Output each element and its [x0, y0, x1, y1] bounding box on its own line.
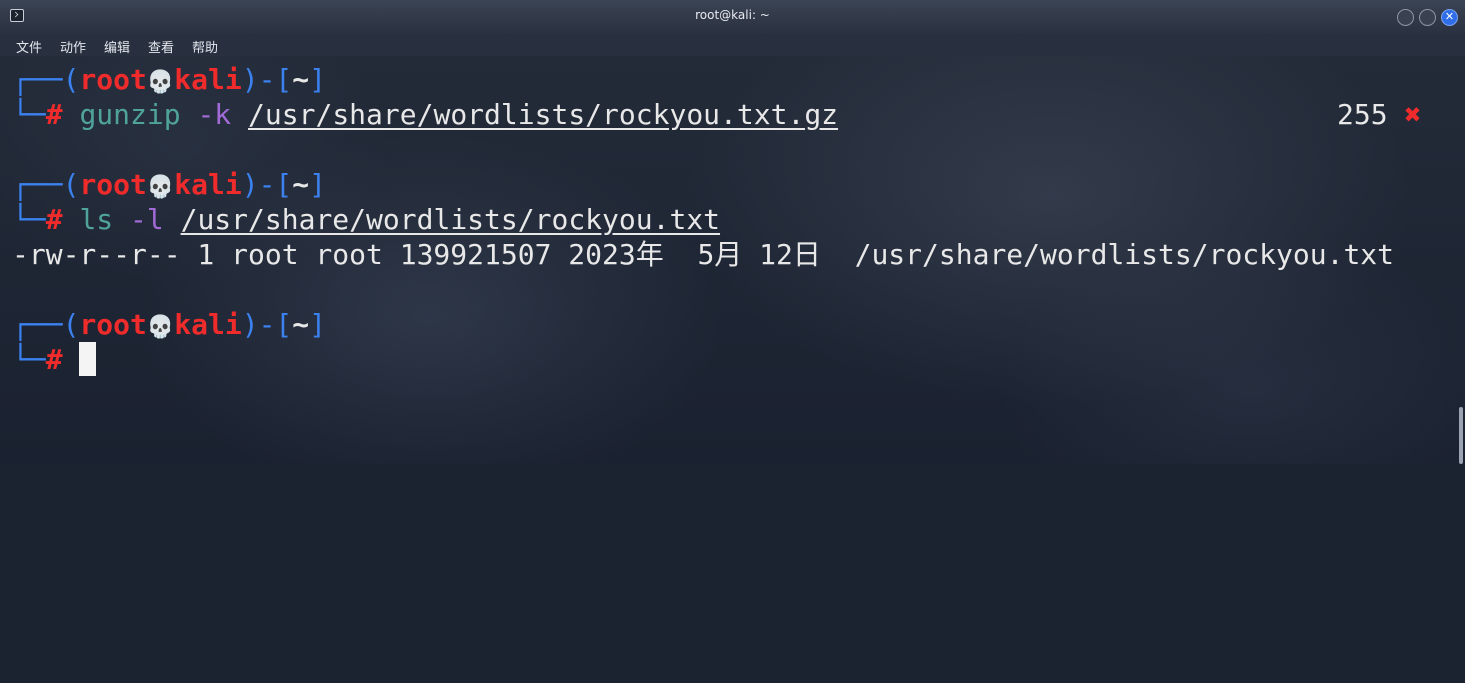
exit-code: 255	[1337, 98, 1388, 131]
menu-bar: 文件 动作 编辑 查看 帮助	[0, 34, 1465, 56]
close-button[interactable]: ✕	[1441, 9, 1458, 26]
prompt-line: ┌──(root💀kali)-[~]	[12, 62, 326, 97]
menu-edit[interactable]: 编辑	[104, 37, 130, 56]
menu-help[interactable]: 帮助	[192, 37, 218, 56]
menu-view[interactable]: 查看	[148, 37, 174, 56]
title-bar[interactable]: root@kali: ~ ✕	[0, 0, 1465, 35]
menu-file[interactable]: 文件	[16, 37, 42, 56]
text-cursor	[79, 342, 96, 376]
skull-icon: 💀	[146, 175, 175, 200]
terminal-window: root@kali: ~ ✕ 文件 动作 编辑 查看 帮助 ┌──(root💀k…	[0, 0, 1465, 464]
prompt-frame-mid: )-[	[241, 168, 293, 201]
prompt-host: kali	[174, 63, 242, 96]
prompt-host: kali	[174, 168, 242, 201]
prompt-frame-open: ┌──(	[12, 308, 80, 341]
skull-icon: 💀	[146, 315, 175, 340]
command-name: ls	[79, 203, 114, 236]
terminal-area[interactable]: ┌──(root💀kali)-[~] └─# gunzip -k /usr/sh…	[0, 56, 1465, 464]
prompt-hash: #	[45, 203, 63, 236]
prompt-user: root	[79, 63, 147, 96]
prompt-host: kali	[174, 308, 242, 341]
prompt-line: ┌──(root💀kali)-[~]	[12, 307, 326, 342]
prompt-frame-close: ]	[309, 168, 327, 201]
menu-actions[interactable]: 动作	[60, 37, 86, 56]
command-path: /usr/share/wordlists/rockyou.txt.gz	[248, 98, 839, 131]
exit-status: 255 ✖	[1337, 97, 1421, 132]
window-title: root@kali: ~	[695, 8, 770, 22]
close-icon: ✕	[1444, 10, 1455, 23]
prompt-user: root	[79, 308, 147, 341]
command-flag: -k	[197, 98, 232, 131]
prompt-user: root	[79, 168, 147, 201]
prompt-frame-close: ]	[309, 308, 327, 341]
prompt-lead: └─	[12, 203, 46, 236]
prompt-dir: ~	[292, 168, 310, 201]
prompt-frame-open: ┌──(	[12, 63, 80, 96]
prompt-dir: ~	[292, 308, 310, 341]
scrollbar[interactable]	[1459, 407, 1463, 464]
prompt-frame-open: ┌──(	[12, 168, 80, 201]
prompt-frame-mid: )-[	[241, 63, 293, 96]
prompt-hash: #	[45, 343, 63, 376]
command-flag: -l	[130, 203, 164, 236]
command-line: └─# ls -l /usr/share/wordlists/rockyou.t…	[12, 202, 720, 237]
command-line: └─#	[12, 342, 63, 377]
prompt-frame-close: ]	[309, 63, 327, 96]
prompt-lead: └─	[12, 98, 46, 131]
prompt-line: ┌──(root💀kali)-[~]	[12, 167, 326, 202]
prompt-hash: #	[45, 98, 63, 131]
minimize-button[interactable]	[1397, 9, 1414, 26]
prompt-frame-mid: )-[	[241, 308, 293, 341]
command-line: └─# gunzip -k /usr/share/wordlists/rocky…	[12, 97, 838, 132]
skull-icon: 💀	[146, 70, 175, 95]
command-name: gunzip	[79, 98, 181, 131]
command-path: /usr/share/wordlists/rockyou.txt	[180, 203, 721, 236]
error-icon: ✖	[1404, 98, 1422, 131]
prompt-lead: └─	[12, 343, 46, 376]
command-output: -rw-r--r-- 1 root root 139921507 2023年 5…	[12, 238, 1395, 271]
maximize-button[interactable]	[1419, 9, 1436, 26]
prompt-dir: ~	[292, 63, 310, 96]
terminal-output: ┌──(root💀kali)-[~] └─# gunzip -k /usr/sh…	[0, 56, 1465, 464]
